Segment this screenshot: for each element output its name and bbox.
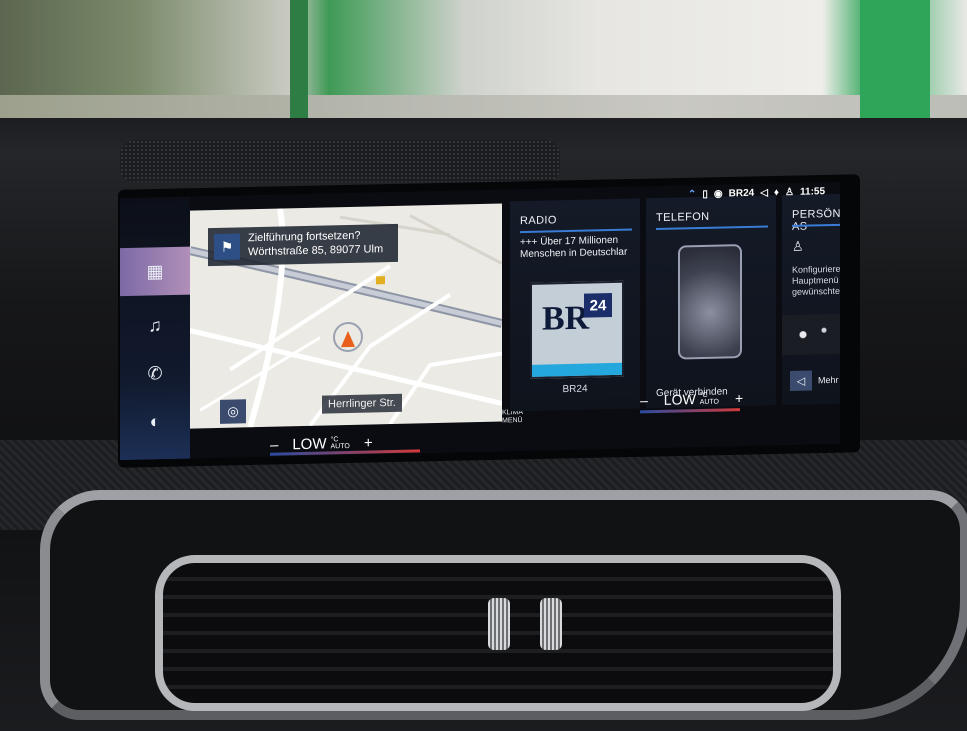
radio-widget[interactable]: RADIO +++ Über 17 Millionen Menschen in … bbox=[510, 198, 640, 412]
volume-icon: ◁ bbox=[760, 186, 768, 199]
more-speaker-button[interactable]: ◁ bbox=[790, 370, 812, 391]
personal-background-image bbox=[782, 313, 840, 356]
passenger-temp-decrease-button[interactable]: – bbox=[640, 392, 648, 408]
phone-widget[interactable]: TELEFON Gerät verbinden bbox=[646, 195, 776, 409]
navigation-icon: ◐ bbox=[149, 410, 161, 431]
resume-guidance-banner[interactable]: ⚑ Zielführung fortsetzen? Wörthstraße 85… bbox=[208, 223, 398, 267]
user-profile-icon[interactable]: ♙ bbox=[785, 186, 794, 197]
climate-menu-line2: MENÜ bbox=[502, 417, 523, 425]
nav-rail: ▦ ♫ ✆ ◐ bbox=[120, 196, 190, 461]
rail-media-button[interactable]: ♫ bbox=[120, 301, 190, 351]
idrive-display: ▦ ♫ ✆ ◐ ⚑ Zielführung fortsetzen? Wörths… bbox=[120, 181, 840, 461]
status-station: BR24 bbox=[728, 187, 755, 199]
station-logo: BR 24 bbox=[530, 280, 624, 379]
station-logo-br: BR bbox=[542, 299, 590, 338]
vent-knob-left[interactable] bbox=[488, 598, 510, 650]
smartphone-icon bbox=[678, 244, 742, 360]
station-logo-stripe bbox=[532, 362, 622, 377]
station-name: BR24 bbox=[562, 383, 588, 396]
temp-unit-label: °C AUTO bbox=[330, 436, 350, 451]
temp-increase-button[interactable]: + bbox=[364, 434, 373, 451]
radio-text-line2: Menschen in Deutschlar bbox=[520, 246, 628, 261]
rail-phone-button[interactable]: ✆ bbox=[120, 349, 190, 399]
radio-source-icon: ◉ bbox=[713, 187, 723, 200]
phone-title-underline bbox=[656, 225, 768, 231]
speaker-icon: ◁ bbox=[796, 375, 806, 388]
microphone-icon: ♦ bbox=[773, 186, 780, 198]
temp-decrease-button[interactable]: – bbox=[270, 436, 278, 453]
passenger-temp-unit-label: °C AUTO bbox=[699, 391, 720, 407]
green-cabinet bbox=[860, 0, 930, 130]
personal-assistant-widget[interactable]: PERSÖNL. AS ♙ Konfigurierer Hauptmenü r … bbox=[782, 193, 840, 406]
phone-battery-icon: ▯ bbox=[702, 188, 708, 200]
more-label: Mehr bbox=[818, 374, 839, 386]
passenger-temp-level-value: LOW bbox=[663, 391, 696, 408]
radio-title-underline bbox=[520, 228, 632, 234]
apps-grid-icon: ▦ bbox=[146, 260, 164, 282]
radio-text-info: +++ Über 17 Millionen Menschen in Deutsc… bbox=[520, 234, 640, 261]
station-logo-24: 24 bbox=[584, 293, 612, 318]
phone-icon: ✆ bbox=[147, 362, 163, 384]
personal-text-line3: gewünschter bbox=[792, 285, 840, 297]
status-time: 11:55 bbox=[800, 185, 826, 198]
recenter-icon: ◎ bbox=[227, 403, 239, 419]
current-street-label: Herrlinger Str. bbox=[322, 393, 402, 414]
climate-passenger-bar: – LOW °C AUTO + bbox=[640, 388, 743, 410]
destination-address: Wörthstraße 85, 89077 Ulm bbox=[248, 243, 384, 259]
green-pillar bbox=[290, 0, 308, 130]
radio-widget-title: RADIO bbox=[520, 214, 557, 228]
destination-flag-icon: ⚑ bbox=[214, 233, 240, 261]
personal-widget-title: PERSÖNL. AS bbox=[792, 207, 840, 233]
navigation-map[interactable]: ⚑ Zielführung fortsetzen? Wörthstraße 85… bbox=[190, 203, 502, 429]
passenger-temp-increase-button[interactable]: + bbox=[735, 390, 743, 406]
temp-level-value: LOW bbox=[292, 434, 327, 453]
phone-widget-title: TELEFON bbox=[656, 210, 710, 225]
vent-knob-right[interactable] bbox=[540, 598, 562, 650]
personal-info-text: Konfigurierer Hauptmenü r gewünschter bbox=[792, 264, 840, 298]
recenter-map-button[interactable]: ◎ bbox=[220, 399, 246, 424]
rail-apps-button[interactable]: ▦ bbox=[120, 246, 190, 297]
music-note-icon: ♫ bbox=[148, 314, 162, 336]
rail-navigation-button[interactable]: ◐ bbox=[120, 397, 190, 447]
chevron-up-icon[interactable]: ⌃ bbox=[688, 189, 696, 200]
speaker-grille bbox=[120, 140, 560, 182]
person-icon: ♙ bbox=[792, 238, 804, 254]
climate-menu-button[interactable]: KLIMA MENÜ bbox=[502, 409, 523, 425]
